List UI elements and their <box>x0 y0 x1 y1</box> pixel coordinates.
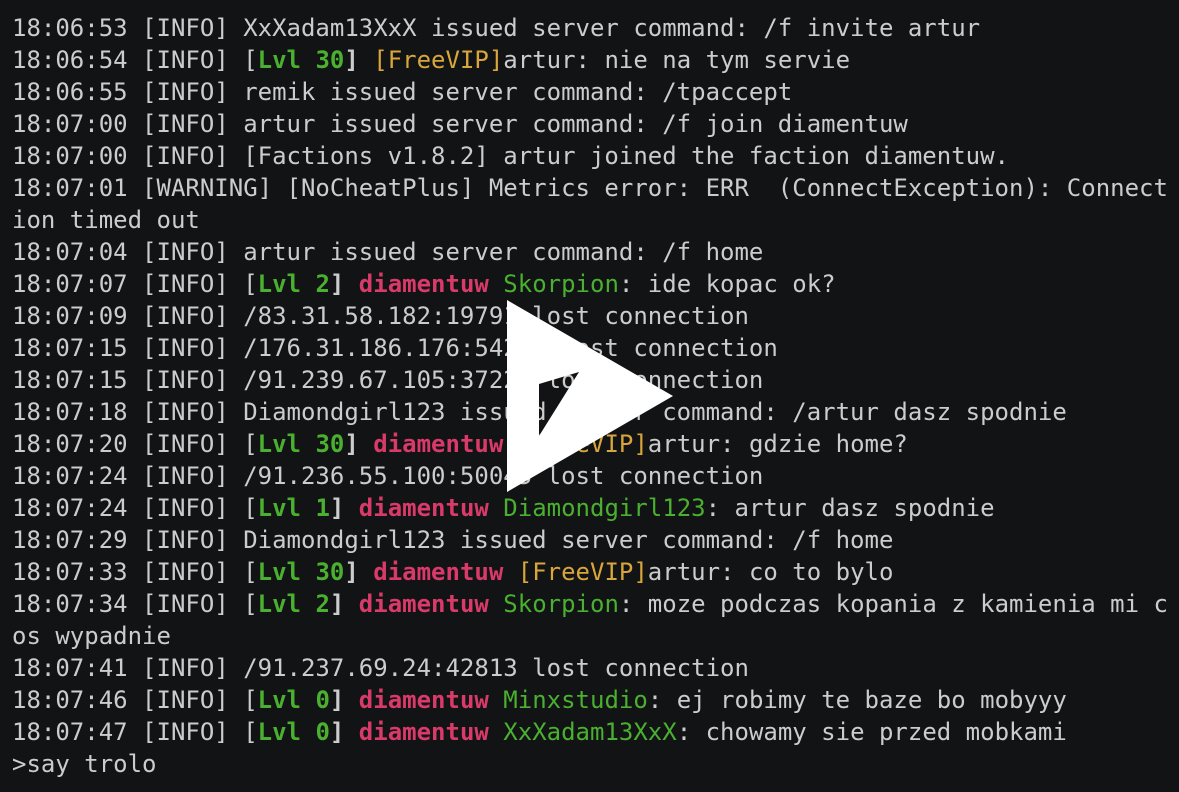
level-tag: Lvl 30 <box>257 430 345 458</box>
player-name: XxXadam13XxX <box>503 718 677 746</box>
log-line: 18:07:46 [INFO] [Lvl 0] diamentuw Minxst… <box>12 684 1172 716</box>
log-text: 18:07:01 [WARNING] [NoCheatPlus] Metrics… <box>12 174 1168 202</box>
log-timestamp: 18:07:20 [INFO] <box>12 430 244 458</box>
log-line: 18:06:54 [INFO] [Lvl 30] [FreeVIP]artur:… <box>12 44 1172 76</box>
log-timestamp: 18:06:54 [INFO] <box>12 46 244 74</box>
chat-message: artur: gdzie home? <box>647 430 908 458</box>
faction-tag: diamentuw <box>358 590 489 618</box>
log-text: 18:07:00 [INFO] [Factions v1.8.2] artur … <box>12 142 1009 170</box>
log-text: 18:07:29 [INFO] Diamondgirl123 issued se… <box>12 526 894 554</box>
level-tag: Lvl 0 <box>257 686 330 714</box>
log-line: 18:07:00 [INFO] artur issued server comm… <box>12 108 1172 140</box>
level-tag: Lvl 2 <box>257 590 330 618</box>
chat-message: : artur dasz spodnie <box>705 494 995 522</box>
faction-tag: diamentuw <box>373 430 504 458</box>
faction-tag: diamentuw <box>358 270 489 298</box>
log-line: 18:07:00 [INFO] [Factions v1.8.2] artur … <box>12 140 1172 172</box>
log-timestamp: 18:07:34 [INFO] <box>12 590 244 618</box>
faction-tag: diamentuw <box>358 686 489 714</box>
level-bracket-close: ] <box>344 558 374 586</box>
level-bracket-open: [ <box>243 430 258 458</box>
chat-message: artur: nie na tym servie <box>503 46 851 74</box>
log-timestamp: 18:07:46 [INFO] <box>12 686 244 714</box>
log-text: ion timed out <box>12 206 200 234</box>
player-name: Skorpion <box>503 270 619 298</box>
level-bracket-open: [ <box>243 270 258 298</box>
chat-message: : chowamy sie przed mobkami <box>676 718 1067 746</box>
faction-tag: diamentuw <box>373 558 504 586</box>
level-bracket-open: [ <box>243 686 258 714</box>
level-tag: Lvl 0 <box>257 718 330 746</box>
level-tag: Lvl 30 <box>257 46 345 74</box>
player-name: Skorpion <box>503 590 619 618</box>
log-line: 18:07:29 [INFO] Diamondgirl123 issued se… <box>12 524 1172 556</box>
level-tag: Lvl 30 <box>257 558 345 586</box>
log-text: 18:06:53 [INFO] XxXadam13XxX issued serv… <box>12 14 981 42</box>
level-bracket-open: [ <box>243 590 258 618</box>
level-bracket-close: ] <box>329 686 359 714</box>
log-timestamp: 18:07:33 [INFO] <box>12 558 244 586</box>
level-bracket-open: [ <box>243 718 258 746</box>
log-text: 18:06:55 [INFO] remik issued server comm… <box>12 78 793 106</box>
play-icon[interactable] <box>507 300 673 492</box>
level-bracket-close: ] <box>329 718 359 746</box>
log-text: 18:07:04 [INFO] artur issued server comm… <box>12 238 764 266</box>
log-text: os wypadnie <box>12 622 171 650</box>
level-bracket-close: ] <box>329 590 359 618</box>
log-line: 18:06:55 [INFO] remik issued server comm… <box>12 76 1172 108</box>
level-bracket-close: ] <box>344 430 374 458</box>
chat-message: : ej robimy te baze bo mobyyy <box>647 686 1067 714</box>
level-bracket-open: [ <box>243 558 258 586</box>
log-line: 18:07:47 [INFO] [Lvl 0] diamentuw XxXada… <box>12 716 1172 748</box>
log-line: 18:07:04 [INFO] artur issued server comm… <box>12 236 1172 268</box>
log-text: 18:07:00 [INFO] artur issued server comm… <box>12 110 908 138</box>
play-icon-shape <box>507 300 673 492</box>
log-timestamp: 18:07:07 [INFO] <box>12 270 244 298</box>
vip-tag: [FreeVIP] <box>517 558 648 586</box>
faction-tag: diamentuw <box>358 494 489 522</box>
log-text: 18:07:41 [INFO] /91.237.69.24:42813 lost… <box>12 654 749 682</box>
chat-message: : moze podczas kopania z kamienia mi c <box>618 590 1168 618</box>
log-line: 18:07:24 [INFO] [Lvl 1] diamentuw Diamon… <box>12 492 1172 524</box>
log-line: 18:07:41 [INFO] /91.237.69.24:42813 lost… <box>12 652 1172 684</box>
player-name: Minxstudio <box>503 686 648 714</box>
log-line: ion timed out <box>12 204 1172 236</box>
level-bracket-close: ] <box>329 494 359 522</box>
player-name: Diamondgirl123 <box>503 494 706 522</box>
level-bracket-open: [ <box>243 46 258 74</box>
chat-message: : ide kopac ok? <box>618 270 836 298</box>
level-tag: Lvl 1 <box>257 494 330 522</box>
log-timestamp: 18:07:24 [INFO] <box>12 494 244 522</box>
log-line: 18:06:53 [INFO] XxXadam13XxX issued serv… <box>12 12 1172 44</box>
chat-message: artur: co to bylo <box>647 558 894 586</box>
log-line: 18:07:34 [INFO] [Lvl 2] diamentuw Skorpi… <box>12 588 1172 620</box>
log-line: 18:07:07 [INFO] [Lvl 2] diamentuw Skorpi… <box>12 268 1172 300</box>
vip-tag: [FreeVIP] <box>373 46 504 74</box>
log-line: 18:07:33 [INFO] [Lvl 30] diamentuw [Free… <box>12 556 1172 588</box>
log-line: os wypadnie <box>12 620 1172 652</box>
faction-tag: diamentuw <box>358 718 489 746</box>
log-timestamp: 18:07:47 [INFO] <box>12 718 244 746</box>
command-prompt[interactable]: >say trolo <box>12 748 1172 780</box>
level-bracket-open: [ <box>243 494 258 522</box>
level-tag: Lvl 2 <box>257 270 330 298</box>
log-line: 18:07:01 [WARNING] [NoCheatPlus] Metrics… <box>12 172 1172 204</box>
level-bracket-close: ] <box>344 46 374 74</box>
level-bracket-close: ] <box>329 270 359 298</box>
